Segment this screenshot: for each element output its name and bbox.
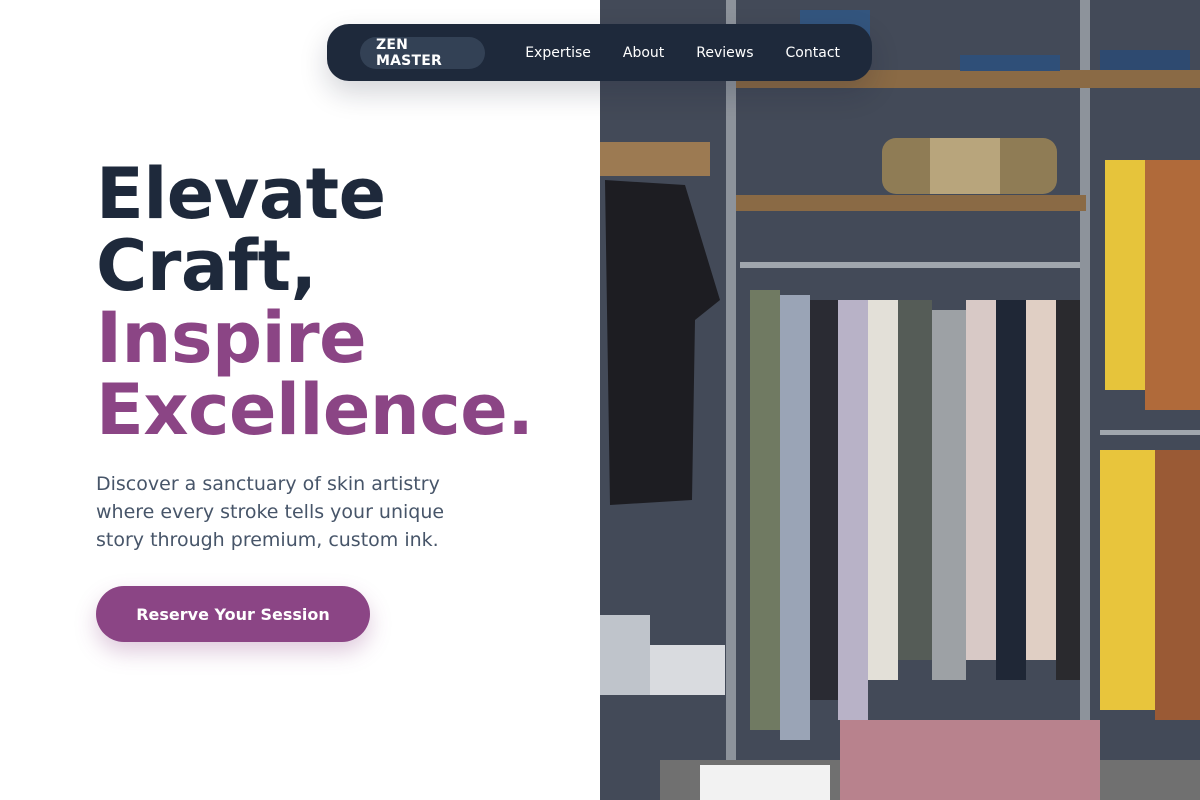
hero-title-line-1: Elevate — [96, 153, 386, 235]
hero-title: Elevate Craft, Inspire Excellence. — [96, 153, 534, 451]
nav-link-about[interactable]: About — [623, 45, 664, 61]
nav-link-expertise[interactable]: Expertise — [525, 45, 591, 61]
nav-links: Expertise About Reviews Contact — [525, 45, 872, 61]
reserve-session-button[interactable]: Reserve Your Session — [96, 586, 370, 642]
hero-description: Discover a sanctuary of skin artistry wh… — [96, 473, 445, 551]
hero-title-line-3: Inspire — [96, 297, 367, 379]
hero-title-line-2: Craft, — [96, 225, 317, 307]
brand-logo[interactable]: ZEN MASTER — [360, 36, 486, 69]
nav-link-contact[interactable]: Contact — [786, 45, 840, 61]
nav-link-reviews[interactable]: Reviews — [696, 45, 753, 61]
top-navbar: ZEN MASTER Expertise About Reviews Conta… — [327, 24, 872, 81]
hero-photo — [600, 0, 1200, 800]
hero-title-line-4: Excellence. — [96, 369, 534, 451]
